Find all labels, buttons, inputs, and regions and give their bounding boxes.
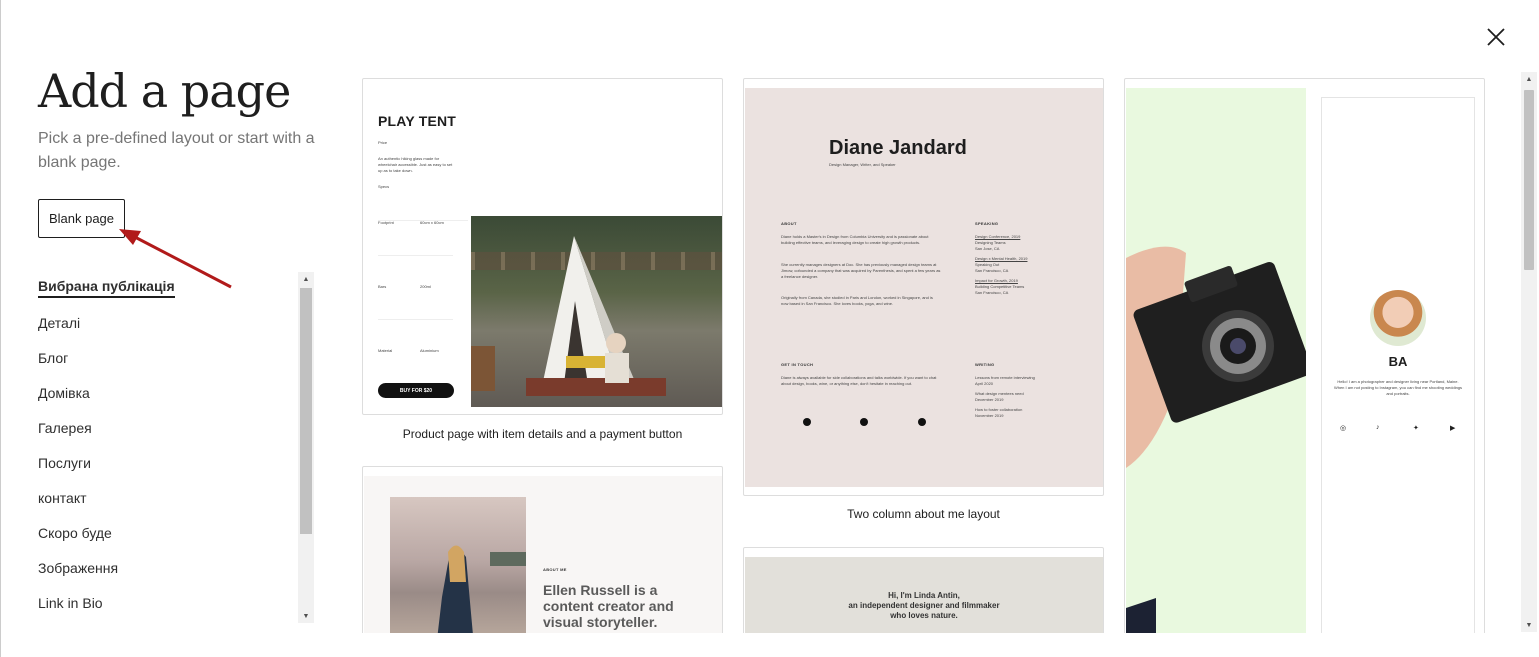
- category-scrollbar[interactable]: ▲ ▼: [298, 272, 314, 623]
- category-item-services[interactable]: Послуги: [38, 445, 298, 480]
- scroll-up-arrow-icon[interactable]: ▲: [1521, 72, 1537, 86]
- category-item-home[interactable]: Домівка: [38, 375, 298, 410]
- about-label: ABOUT: [781, 221, 797, 226]
- spec-label: Footprint: [378, 220, 394, 225]
- twitter-icon: [803, 418, 811, 426]
- speaking-label: SPEAKING: [975, 221, 999, 226]
- product-price-label: Price: [378, 140, 388, 145]
- category-item-details[interactable]: Деталі: [38, 305, 298, 340]
- product-caption: Product page with item details and a pay…: [402, 427, 683, 441]
- contact-label: GET IN TOUCH: [781, 362, 814, 367]
- category-item-featured[interactable]: Вибрана публікація: [38, 270, 298, 305]
- camera-photo: [1126, 88, 1306, 633]
- instagram-icon: ◎: [1340, 425, 1347, 432]
- about-text: Diane holds a Master's in Design from Co…: [781, 234, 929, 245]
- scroll-down-arrow-icon[interactable]: ▼: [298, 609, 314, 623]
- close-button[interactable]: [1483, 24, 1509, 50]
- spec-label: Material: [378, 348, 393, 353]
- linkedin-icon: [918, 418, 926, 426]
- category-item-gallery[interactable]: Галерея: [38, 410, 298, 445]
- scrollbar-thumb[interactable]: [300, 288, 312, 534]
- pattern-card-link-in-bio[interactable]: BA Hello! I am a photographer and design…: [1124, 78, 1485, 633]
- product-description: An authentic hiking glass made for wheel…: [378, 156, 453, 173]
- about-text: She currently manages designers at Doc. …: [781, 262, 941, 279]
- category-item-coming-soon[interactable]: Скоро буде: [38, 515, 298, 550]
- about-text: Originally from Canada, she studied in P…: [781, 295, 933, 306]
- spec-value: Aluminium: [420, 348, 439, 353]
- avatar: [1370, 290, 1426, 346]
- page-subtitle: Pick a pre-defined layout or start with …: [38, 130, 315, 171]
- bio-text: Hello! I am a photographer and designer …: [1333, 379, 1463, 396]
- ellen-eyebrow: ABOUT ME: [543, 567, 567, 572]
- pattern-card-two-column-about[interactable]: Diane Jandard Design Manager, Writer, an…: [743, 78, 1104, 496]
- contact-text: Diane is always available for side colla…: [781, 375, 937, 386]
- pattern-card-linda[interactable]: Hi, I'm Linda Antin, an independent desi…: [743, 547, 1104, 633]
- pattern-card-ellen-about[interactable]: ABOUT ME Ellen Russell is a content crea…: [362, 466, 723, 633]
- tent-photo: [471, 216, 722, 407]
- category-list: Вибрана публікація Деталі Блог Домівка Г…: [38, 270, 298, 623]
- bio-name: BA: [1388, 354, 1408, 369]
- ellen-headline: Ellen Russell is a content creator and v…: [543, 582, 674, 630]
- add-page-modal: Add a page Pick a pre-defined layout or …: [0, 0, 1539, 657]
- pattern-card-product[interactable]: PLAY TENT Price An authentic hiking glas…: [362, 78, 723, 415]
- category-item-contact[interactable]: контакт: [38, 480, 298, 515]
- spec-label: Bars: [378, 284, 387, 289]
- linda-intro: Hi, I'm Linda Antin, an independent desi…: [848, 591, 1000, 620]
- writing-label: WRITING: [975, 362, 995, 367]
- category-item-images[interactable]: Зображення: [38, 550, 298, 585]
- category-item-blog[interactable]: Блог: [38, 340, 298, 375]
- buy-button: BUY FOR $20: [378, 383, 454, 398]
- about-name: Diane Jandard: [829, 137, 967, 159]
- twitter-icon: ✦: [1413, 425, 1419, 432]
- spec-value: 60cm x 60cm: [420, 220, 444, 225]
- two-column-caption: Two column about me layout: [847, 507, 1000, 521]
- tiktok-icon: ♪: [1376, 424, 1380, 431]
- scroll-up-arrow-icon[interactable]: ▲: [298, 272, 314, 286]
- youtube-icon: ▶: [1450, 425, 1456, 432]
- category-item-link-in-bio[interactable]: Link in Bio: [38, 585, 298, 620]
- beach-photo: [390, 497, 526, 633]
- page-title: Add a page: [38, 64, 291, 118]
- instagram-icon: [860, 418, 868, 426]
- scrollbar-thumb[interactable]: [1524, 90, 1534, 270]
- close-icon: [1487, 28, 1505, 46]
- about-role: Design Manager, Writer, and Speaker: [829, 162, 896, 167]
- product-heading: PLAY TENT: [378, 113, 457, 129]
- pattern-grid: PLAY TENT Price An authentic hiking glas…: [362, 78, 1485, 633]
- scroll-down-arrow-icon[interactable]: ▼: [1521, 618, 1537, 632]
- spec-value: 200ml: [420, 284, 431, 289]
- pattern-scrollbar[interactable]: ▲ ▼: [1521, 72, 1537, 632]
- product-specs-label: Specs: [378, 184, 390, 189]
